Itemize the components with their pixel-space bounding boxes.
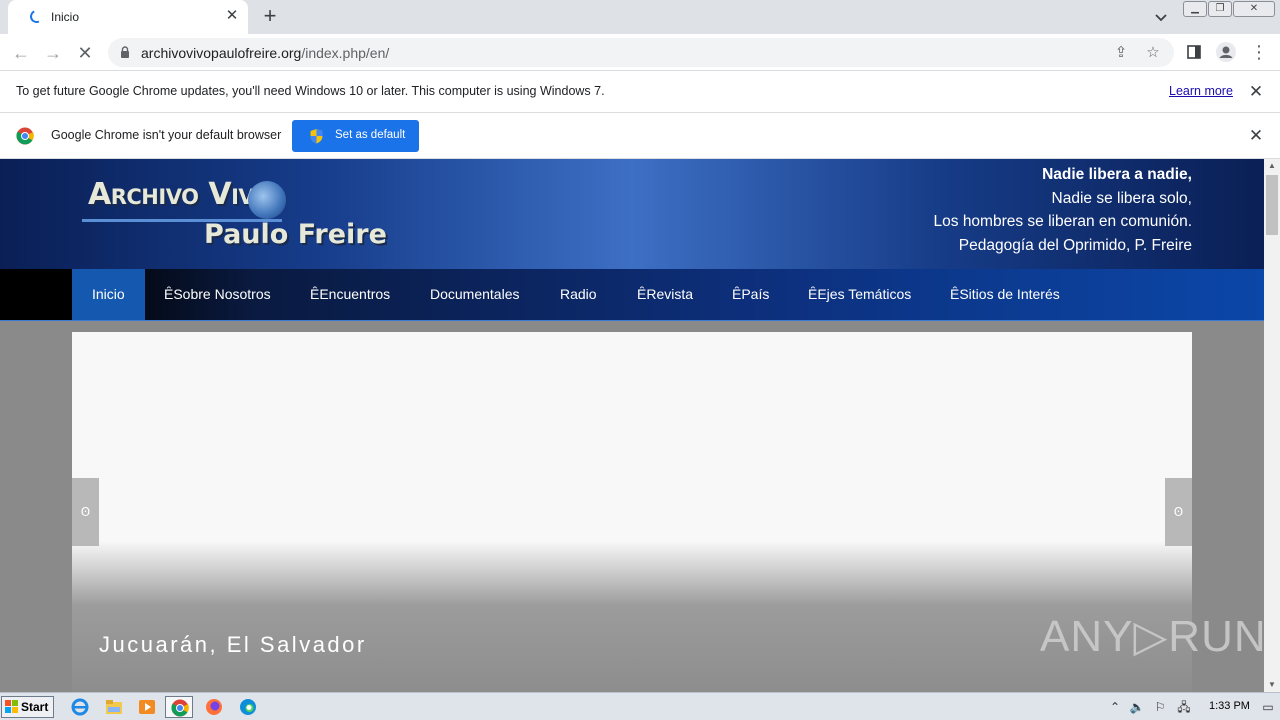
volume-icon[interactable]: 🔈	[1129, 699, 1145, 715]
media-player-icon[interactable]	[133, 696, 161, 718]
update-infobar-close-icon[interactable]: ✕	[1247, 83, 1265, 101]
taskbar-clock[interactable]: 1:33 PM	[1209, 700, 1250, 712]
update-message: To get future Google Chrome updates, you…	[16, 84, 605, 98]
tray-expand-icon[interactable]: ⌃	[1107, 699, 1123, 715]
lock-icon[interactable]	[120, 46, 130, 58]
default-infobar-close-icon[interactable]: ✕	[1247, 127, 1265, 145]
back-arrow-icon[interactable]: ←	[10, 42, 32, 64]
quote-line-4: Pedagogía del Oprimido, P. Freire	[958, 236, 1192, 254]
windows-taskbar: Start ⌃ 🔈 ⚐ 🖧 ▭ 1:33 PM	[0, 692, 1280, 720]
page-scrollbar[interactable]: ▲ ▼	[1264, 159, 1280, 692]
kebab-menu-icon[interactable]: ⋮	[1249, 42, 1269, 62]
set-as-default-button[interactable]: Set as default	[292, 120, 419, 152]
url-text: archivovivopaulofreire.org/index.php/en/	[141, 45, 389, 61]
tab-title: Inicio	[51, 10, 80, 24]
nav-item-pais[interactable]: ȆPaís	[732, 269, 769, 320]
windows-flag-icon	[5, 700, 19, 714]
bookmark-star-icon[interactable]: ☆	[1144, 44, 1162, 62]
internet-explorer-icon[interactable]	[66, 696, 94, 718]
file-explorer-icon[interactable]	[100, 696, 128, 718]
window-minimize-icon[interactable]: ▁	[1183, 1, 1207, 17]
firefox-icon[interactable]	[200, 696, 228, 718]
window-close-icon[interactable]: ✕	[1233, 1, 1275, 17]
start-label: Start	[21, 700, 49, 714]
site-header: Archivo Vivo Paulo Freire Nadie libera a…	[0, 159, 1264, 269]
nav-item-revista[interactable]: ȆRevista	[637, 269, 693, 320]
show-desktop-icon[interactable]: ▭	[1260, 699, 1276, 715]
profile-avatar-icon[interactable]	[1216, 42, 1236, 62]
url-path: /index.php/en/	[301, 45, 390, 61]
logo-globe-icon	[248, 181, 286, 219]
nav-item-sobre-nosotros[interactable]: ȆSobre Nosotros	[164, 269, 271, 320]
page-viewport: Archivo Vivo Paulo Freire Nadie libera a…	[0, 159, 1264, 692]
default-browser-message: Google Chrome isn't your default browser	[51, 128, 282, 142]
scroll-down-arrow-icon[interactable]: ▼	[1264, 678, 1280, 692]
system-tray: ⌃ 🔈 ⚐ 🖧 ▭	[1105, 695, 1280, 719]
stop-loading-icon[interactable]: ✕	[74, 42, 96, 64]
tab-strip: Inicio ✕ + ▁ ❐ ✕	[0, 0, 1280, 34]
chrome-logo-icon	[16, 127, 34, 148]
nav-item-ejes-tematicos[interactable]: ȆEjes Temáticos	[808, 269, 911, 320]
window-restore-icon[interactable]: ❐	[1208, 1, 1232, 17]
forward-arrow-icon[interactable]: →	[42, 42, 64, 64]
uac-shield-icon	[309, 128, 324, 147]
set-as-default-label: Set as default	[335, 129, 406, 141]
action-center-flag-icon[interactable]: ⚐	[1152, 699, 1168, 715]
browser-tab[interactable]: Inicio ✕	[8, 0, 248, 34]
quote-line-1: Nadie libera a nadie,	[1042, 166, 1192, 183]
learn-more-link[interactable]: Learn more	[1169, 84, 1233, 98]
header-quote: Nadie libera a nadie, Nadie se libera so…	[934, 163, 1192, 257]
tab-close-icon[interactable]: ✕	[224, 8, 240, 24]
scrollbar-thumb[interactable]	[1266, 175, 1278, 235]
logo-title-bottom[interactable]: Paulo Freire	[204, 219, 387, 250]
default-browser-infobar: Google Chrome isn't your default browser…	[0, 113, 1280, 159]
nav-item-encuentros[interactable]: ȆEncuentros	[310, 269, 390, 320]
image-slider[interactable]: Ꙩ Ꙩ Jucuarán, El Salvador	[72, 332, 1192, 692]
chrome-taskbar-icon[interactable]	[165, 696, 193, 718]
network-icon[interactable]: 🖧	[1176, 699, 1192, 715]
nav-item-sitios-de-interes[interactable]: ȆSitios de Interés	[950, 269, 1060, 320]
logo-title-top[interactable]: Archivo Vivo	[88, 177, 272, 212]
start-button[interactable]: Start	[1, 696, 54, 718]
share-icon[interactable]: ⇪	[1112, 44, 1130, 62]
new-tab-icon[interactable]: +	[260, 5, 280, 27]
side-panel-icon[interactable]	[1184, 42, 1204, 62]
browser-toolbar: ← → ✕ archivovivopaulofreire.org/index.p…	[0, 34, 1280, 71]
slider-prev-icon[interactable]: Ꙩ	[72, 478, 99, 546]
slider-next-icon[interactable]: Ꙩ	[1165, 478, 1192, 546]
address-bar[interactable]: archivovivopaulofreire.org/index.php/en/…	[108, 38, 1174, 67]
main-nav: Inicio ȆSobre Nosotros ȆEncuentros Docum…	[0, 269, 1264, 321]
update-infobar: To get future Google Chrome updates, you…	[0, 71, 1280, 113]
tab-search-chevron-icon[interactable]	[1152, 8, 1170, 26]
loading-spinner-icon	[28, 8, 45, 25]
quote-line-3: Los hombres se liberan en comunión.	[933, 213, 1192, 230]
nav-item-documentales[interactable]: Documentales	[430, 269, 520, 320]
edge-icon[interactable]	[234, 696, 262, 718]
quote-line-2: Nadie se libera solo,	[1051, 189, 1192, 207]
slide-caption: Jucuarán, El Salvador	[99, 632, 367, 657]
nav-item-radio[interactable]: Radio	[560, 269, 597, 320]
url-host: archivovivopaulofreire.org	[141, 45, 302, 61]
nav-item-inicio[interactable]: Inicio	[72, 269, 145, 320]
scroll-up-arrow-icon[interactable]: ▲	[1264, 159, 1280, 173]
anyrun-watermark: ANY▷RUN	[1040, 612, 1264, 661]
